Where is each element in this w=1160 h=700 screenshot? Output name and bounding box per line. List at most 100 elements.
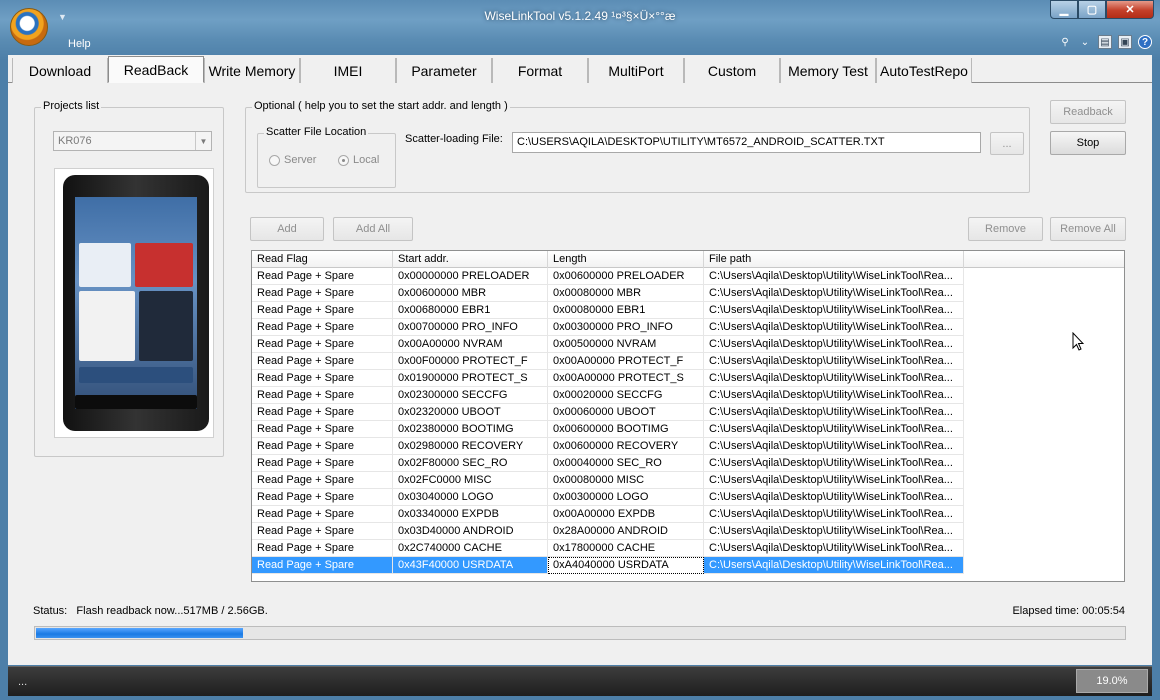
table-row[interactable]: Read Page + Spare 0x02320000 UBOOT 0x00060… <box>252 404 964 421</box>
pin-icon[interactable]: ⚲ <box>1058 35 1072 49</box>
file-path-cell: C:\Users\Aqila\Desktop\Utility\WiseLinkT… <box>704 285 964 302</box>
column-start-addr[interactable]: Start addr. <box>393 251 548 268</box>
length-cell: 0x00080000 MISC <box>548 472 704 489</box>
length-cell: 0x00A00000 EXPDB <box>548 506 704 523</box>
tab-write-memory[interactable]: Write Memory <box>204 58 300 83</box>
file-path-cell: C:\Users\Aqila\Desktop\Utility\WiseLinkT… <box>704 540 964 557</box>
remove-all-button[interactable]: Remove All <box>1050 217 1126 241</box>
file-path-cell: C:\Users\Aqila\Desktop\Utility\WiseLinkT… <box>704 523 964 540</box>
table-row[interactable]: Read Page + Spare 0x03D40000 ANDROID 0x28A… <box>252 523 964 540</box>
add-all-button[interactable]: Add All <box>333 217 413 241</box>
read-flag-cell: Read Page + Spare <box>252 302 393 319</box>
project-select-value: KR076 <box>58 135 92 147</box>
partition-table[interactable]: Read Flag Start addr. Length File path R… <box>251 250 1125 582</box>
menu-help[interactable]: Help <box>68 38 91 50</box>
table-row[interactable]: Read Page + Spare 0x03340000 EXPDB 0x00A00… <box>252 506 964 523</box>
start-addr-cell: 0x03340000 EXPDB <box>393 506 548 523</box>
length-cell: 0x00A00000 PROTECT_F <box>548 353 704 370</box>
table-row[interactable]: Read Page + Spare 0x00F00000 PROTECT_F 0x0… <box>252 353 964 370</box>
window-icon[interactable]: ▣ <box>1118 35 1132 49</box>
length-cell: 0x00040000 SEC_RO <box>548 455 704 472</box>
minimize-icon[interactable]: ▁ <box>1050 0 1078 19</box>
read-flag-cell: Read Page + Spare <box>252 489 393 506</box>
close-icon[interactable]: ✕ <box>1106 0 1154 19</box>
read-flag-cell: Read Page + Spare <box>252 523 393 540</box>
tab-memory-test[interactable]: Memory Test <box>780 58 876 83</box>
server-radio[interactable]: Server <box>269 154 316 166</box>
table-row[interactable]: Read Page + Spare 0x02F80000 SEC_RO 0x0004… <box>252 455 964 472</box>
readback-panel: Projects list KR076 ▼ Optional ( help yo… <box>8 83 1152 665</box>
menu-toolbar: ⚲ ⌄ ▤ ▣ ? <box>1058 35 1152 49</box>
length-cell: 0x00080000 EBR1 <box>548 302 704 319</box>
file-path-cell: C:\Users\Aqila\Desktop\Utility\WiseLinkT… <box>704 455 964 472</box>
length-cell: 0x00080000 MBR <box>548 285 704 302</box>
read-flag-cell: Read Page + Spare <box>252 472 393 489</box>
table-row[interactable]: Read Page + Spare 0x00000000 PRELOADER 0x0… <box>252 268 964 285</box>
scatter-file-input[interactable]: C:\USERS\AQILA\DESKTOP\UTILITY\MT6572_AN… <box>512 132 981 153</box>
table-row[interactable]: Read Page + Spare 0x02980000 RECOVERY 0x00… <box>252 438 964 455</box>
table-row[interactable]: Read Page + Spare 0x00680000 EBR1 0x000800… <box>252 302 964 319</box>
column-file-path[interactable]: File path <box>704 251 964 268</box>
length-cell: 0x28A00000 ANDROID <box>548 523 704 540</box>
tab-multiport[interactable]: MultiPort <box>588 58 684 83</box>
table-row[interactable]: Read Page + Spare 0x01900000 PROTECT_S 0x0… <box>252 370 964 387</box>
table-row[interactable]: Read Page + Spare 0x00600000 MBR 0x0008000… <box>252 285 964 302</box>
project-select[interactable]: KR076 ▼ <box>53 131 212 151</box>
tab-format[interactable]: Format <box>492 58 588 83</box>
tab-readback[interactable]: ReadBack <box>108 56 204 83</box>
start-addr-cell: 0x00A00000 NVRAM <box>393 336 548 353</box>
table-row[interactable]: Read Page + Spare 0x00700000 PRO_INFO 0x00… <box>252 319 964 336</box>
tab-download[interactable]: Download <box>12 58 108 83</box>
help-icon[interactable]: ? <box>1138 35 1152 49</box>
table-row[interactable]: Read Page + Spare 0x02FC0000 MISC 0x000800… <box>252 472 964 489</box>
local-radio-label: Local <box>353 154 380 166</box>
length-cell: 0x00300000 PRO_INFO <box>548 319 704 336</box>
stop-button[interactable]: Stop <box>1050 131 1126 155</box>
file-path-cell: C:\Users\Aqila\Desktop\Utility\WiseLinkT… <box>704 387 964 404</box>
chevron-down-icon[interactable]: ▼ <box>195 132 211 150</box>
start-addr-cell: 0x02FC0000 MISC <box>393 472 548 489</box>
start-addr-cell: 0x43F40000 USRDATA <box>393 557 548 574</box>
file-path-cell: C:\Users\Aqila\Desktop\Utility\WiseLinkT… <box>704 302 964 319</box>
read-flag-cell: Read Page + Spare <box>252 557 393 574</box>
column-read-flag[interactable]: Read Flag <box>252 251 393 268</box>
read-flag-cell: Read Page + Spare <box>252 336 393 353</box>
local-radio[interactable]: Local <box>338 154 379 166</box>
tab-custom[interactable]: Custom <box>684 58 780 83</box>
tab-parameter[interactable]: Parameter <box>396 58 492 83</box>
music-widget <box>139 291 193 361</box>
start-addr-cell: 0x02F80000 SEC_RO <box>393 455 548 472</box>
length-cell: 0x17800000 CACHE <box>548 540 704 557</box>
scatter-file-label: Scatter-loading File: <box>405 133 503 145</box>
document-icon[interactable]: ▤ <box>1098 35 1112 49</box>
table-row[interactable]: Read Page + Spare 0x02300000 SECCFG 0x0002… <box>252 387 964 404</box>
table-row[interactable]: Read Page + Spare 0x43F40000 USRDATA 0xA40… <box>252 557 964 574</box>
progress-bar <box>34 626 1126 640</box>
table-row[interactable]: Read Page + Spare 0x2C740000 CACHE 0x17800… <box>252 540 964 557</box>
readback-button[interactable]: Readback <box>1050 100 1126 124</box>
read-flag-cell: Read Page + Spare <box>252 506 393 523</box>
status-bar: ... 19.0% <box>8 666 1152 696</box>
mouse-cursor-icon <box>1072 332 1084 351</box>
browse-button[interactable]: ... <box>990 132 1024 155</box>
read-flag-cell: Read Page + Spare <box>252 387 393 404</box>
read-flag-cell: Read Page + Spare <box>252 455 393 472</box>
column-length[interactable]: Length <box>548 251 704 268</box>
file-path-cell: C:\Users\Aqila\Desktop\Utility\WiseLinkT… <box>704 370 964 387</box>
table-row[interactable]: Read Page + Spare 0x02380000 BOOTIMG 0x006… <box>252 421 964 438</box>
read-flag-cell: Read Page + Spare <box>252 370 393 387</box>
maximize-icon[interactable]: ▢ <box>1078 0 1106 19</box>
tablet-picture <box>63 175 209 431</box>
weather-widget <box>79 243 131 287</box>
video-widget <box>135 243 193 287</box>
tab-autotestreport[interactable]: AutoTestRepo <box>876 58 972 83</box>
table-row[interactable]: Read Page + Spare 0x00A00000 NVRAM 0x00500… <box>252 336 964 353</box>
menu-bar: Help ⚲ ⌄ ▤ ▣ ? <box>8 32 1152 54</box>
tab-imei[interactable]: IMEI <box>300 58 396 83</box>
table-row[interactable]: Read Page + Spare 0x03040000 LOGO 0x003000… <box>252 489 964 506</box>
add-button[interactable]: Add <box>250 217 324 241</box>
file-path-cell: C:\Users\Aqila\Desktop\Utility\WiseLinkT… <box>704 404 964 421</box>
tablet-screen <box>75 197 197 409</box>
dropdown-icon[interactable]: ⌄ <box>1078 35 1092 49</box>
remove-button[interactable]: Remove <box>968 217 1043 241</box>
